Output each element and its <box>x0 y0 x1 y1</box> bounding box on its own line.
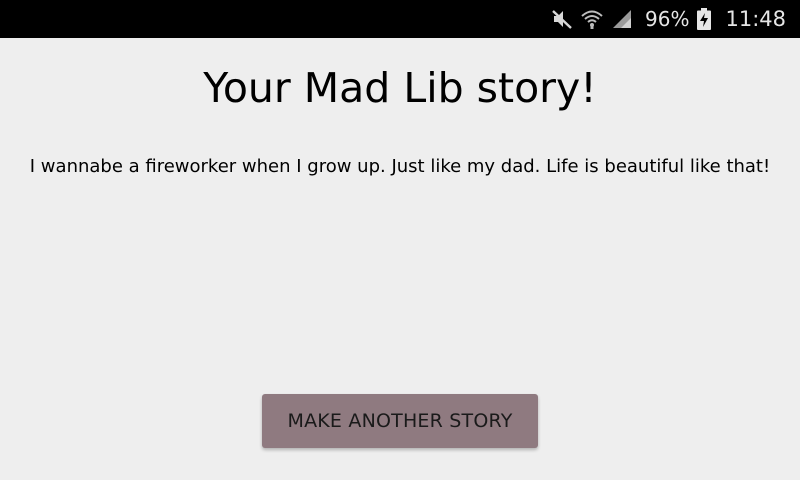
mute-icon <box>551 8 573 30</box>
wifi-icon <box>581 8 603 30</box>
story-text: I wannabe a fireworker when I grow up. J… <box>29 156 771 177</box>
status-bar: 96% 11:48 <box>0 0 800 38</box>
make-another-story-button[interactable]: MAKE ANOTHER STORY <box>262 394 538 448</box>
signal-icon <box>611 8 633 30</box>
clock: 11:48 <box>725 7 786 31</box>
page-title: Your Mad Lib story! <box>203 64 597 112</box>
battery-percent: 96% <box>645 7 690 31</box>
battery-charging-icon <box>697 8 712 30</box>
status-icons: 96% 11:48 <box>551 0 786 38</box>
